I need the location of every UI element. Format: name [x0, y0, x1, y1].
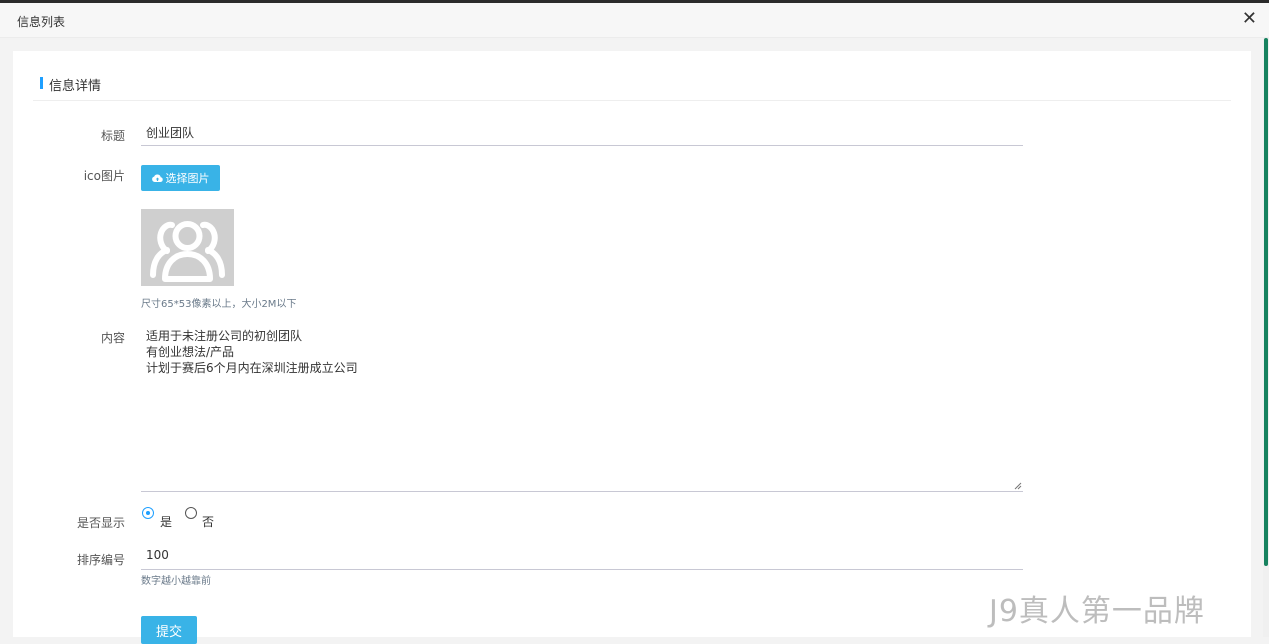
section-divider	[33, 100, 1231, 101]
title-label: 标题	[100, 129, 125, 143]
dialog-title: 信息列表	[17, 15, 66, 29]
display-yes-label: 是	[160, 515, 173, 529]
close-icon[interactable]: ✕	[1242, 9, 1257, 29]
order-label: 排序编号	[76, 553, 125, 567]
section-title: 信息详情	[49, 79, 102, 94]
cloud-upload-icon	[151, 174, 163, 183]
display-no-radio[interactable]	[185, 507, 197, 519]
content-textarea[interactable]: 适用于未注册公司的初创团队 有创业想法/产品 计划于赛后6个月内在深圳注册成立公…	[141, 325, 1023, 492]
form-panel: 信息详情 标题 创业团队 ico图片 选择图片 尺寸65*53像素以上，大小2M…	[13, 51, 1251, 644]
display-no-label: 否	[202, 515, 215, 529]
select-image-button[interactable]: 选择图片	[141, 165, 220, 191]
content-line: 计划于赛后6个月内在深圳注册成立公司	[146, 361, 358, 375]
icon-label: ico图片	[83, 169, 125, 183]
order-input[interactable]: 100	[146, 548, 169, 562]
display-label: 是否显示	[76, 516, 125, 530]
content-line: 有创业想法/产品	[146, 345, 235, 359]
uploaded-image-preview	[141, 209, 234, 286]
content-line: 适用于未注册公司的初创团队	[146, 329, 303, 343]
select-image-label: 选择图片	[165, 172, 210, 185]
submit-button[interactable]: 提交	[141, 616, 197, 644]
scrollbar-thumb[interactable]	[1264, 38, 1268, 566]
order-hint: 数字越小越靠前	[141, 576, 211, 587]
content-label: 内容	[100, 331, 125, 345]
title-input[interactable]: 创业团队	[146, 124, 194, 141]
display-yes-radio[interactable]	[142, 507, 154, 519]
image-size-hint: 尺寸65*53像素以上，大小2M以下	[141, 299, 297, 310]
order-input-underline	[141, 569, 1023, 570]
vertical-scrollbar[interactable]	[1263, 38, 1269, 637]
dialog-titlebar: 信息列表 ✕	[0, 3, 1269, 38]
watermark: J9真人第一品牌	[989, 594, 1205, 629]
title-input-underline	[141, 145, 1023, 146]
group-avatar-icon	[150, 221, 225, 282]
section-accent-bar	[40, 77, 43, 89]
resize-handle-icon[interactable]	[1014, 482, 1022, 490]
